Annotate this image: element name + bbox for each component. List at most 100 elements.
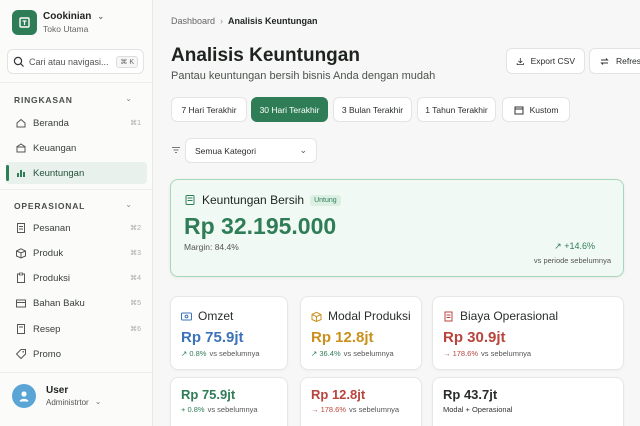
chevron-down-icon: ⌄ — [94, 396, 102, 406]
metric-value: Rp 75.9jt — [181, 329, 244, 346]
clipboard-icon — [17, 272, 25, 283]
net-profit-card: Keuntungan Bersih Untung Rp 32.195.000 M… — [170, 179, 624, 277]
net-profit-trend-label: vs periode sebelumnya — [533, 256, 611, 265]
sidebar-item-promo[interactable]: Promo — [6, 343, 147, 365]
download-icon — [516, 57, 524, 65]
sidebar-item-resep[interactable]: Resep ⌘6 — [6, 318, 147, 340]
period-label: 3 Bulan Terakhir — [341, 104, 404, 115]
metric-delta-label: vs sebelumnya — [209, 349, 260, 358]
chevron-down-icon[interactable]: ⌄ — [125, 200, 132, 209]
filter-icon — [172, 147, 180, 153]
net-profit-value: Rp 32.195.000 — [184, 213, 337, 239]
tag-icon — [15, 349, 26, 360]
metric-delta: + 0.8% — [181, 405, 205, 414]
chart-bar-icon — [17, 170, 25, 177]
period-30-days[interactable]: 30 Hari Terakhir — [251, 97, 328, 122]
section-title-ringkasan: RINGKASAN — [14, 95, 73, 105]
metric-delta: ↗ 36.4% — [311, 349, 341, 358]
home-icon — [16, 118, 26, 128]
breadcrumb-link[interactable]: Dashboard — [171, 16, 215, 26]
divider — [0, 82, 153, 83]
receipt-icon — [444, 311, 453, 321]
sidebar-item-keuangan[interactable]: Keuangan — [6, 137, 147, 159]
metric-card-modal-produksi: Modal Produksi Rp 12.8jt ↗ 36.4% vs sebel… — [300, 296, 422, 370]
wallet-icon — [16, 143, 26, 153]
sidebar-item-keuntungan[interactable]: Keuntungan — [6, 162, 147, 184]
main-content: Dashboard › Analisis Keuntungan Analisis… — [154, 0, 640, 426]
refresh-button[interactable]: Refresh — [589, 48, 640, 74]
sidebar-item-pesanan[interactable]: Pesanan ⌘2 — [6, 217, 147, 239]
sidebar-item-bahan-baku[interactable]: Bahan Baku ⌘5 — [6, 292, 147, 314]
net-profit-title: Keuntungan Bersih — [202, 193, 305, 207]
metric-delta: → 178.6% — [443, 349, 479, 358]
metric-card-secondary: Rp 12.8jt → 178.6% vs sebelumnya — [300, 377, 422, 426]
chevron-down-icon[interactable]: ⌄ — [125, 94, 132, 103]
period-1-year[interactable]: 1 Tahun Terakhir — [417, 97, 496, 122]
metric-title: Biaya Operasional — [460, 309, 559, 323]
shortcut-hint: ⌘3 — [130, 250, 141, 257]
metric-value: Rp 12.8jt — [311, 387, 366, 402]
brand-name: Cookinian — [43, 11, 92, 22]
shortcut-hint: ⌘5 — [130, 300, 141, 307]
metric-note: Modal + Operasional — [443, 405, 513, 414]
shortcut-hint: ⌘6 — [130, 326, 141, 333]
metric-delta: → 178.6% — [311, 405, 347, 414]
user-icon — [19, 391, 29, 402]
metric-delta-label: vs sebelumnya — [481, 349, 532, 358]
export-csv-button[interactable]: Export CSV — [506, 48, 585, 74]
breadcrumb-current: Analisis Keuntungan — [228, 16, 318, 26]
sidebar-item-produk[interactable]: Produk ⌘3 — [6, 242, 147, 264]
sidebar-item-label: Bahan Baku — [33, 297, 85, 309]
receipt-icon — [17, 223, 25, 233]
brand-subtitle: Toko Utama — [43, 24, 89, 34]
calendar-icon — [514, 106, 524, 114]
search-placeholder: Cari atau navigasi... — [29, 56, 109, 67]
search-shortcut: ⌘ K — [116, 55, 138, 68]
user-menu[interactable]: User Administrtor ⌄ — [12, 384, 101, 408]
money-icon — [181, 312, 192, 320]
period-label: Kustom — [529, 104, 559, 115]
refresh-icon — [600, 57, 609, 65]
metric-title: Modal Produksi — [328, 309, 411, 323]
category-value: Semua Kategori — [195, 145, 256, 156]
metric-delta: ↗ 0.8% — [181, 349, 207, 358]
chevron-down-icon: ⌄ — [97, 12, 105, 21]
metric-value: Rp 75.9jt — [181, 387, 236, 402]
sidebar-item-label: Promo — [33, 348, 61, 360]
user-role: Administrtor — [46, 398, 89, 407]
period-3-months[interactable]: 3 Bulan Terakhir — [333, 97, 412, 122]
net-profit-trend: ↗ +14.6% — [554, 241, 595, 251]
category-select[interactable]: Semua Kategori ⌄ — [185, 138, 317, 163]
sidebar-item-label: Resep — [33, 323, 61, 335]
brand-switcher[interactable]: Cookinian ⌄ Toko Utama — [12, 10, 104, 35]
breadcrumb: Dashboard › Analisis Keuntungan — [171, 16, 318, 26]
search-icon — [13, 56, 24, 67]
period-label: 1 Tahun Terakhir — [425, 104, 488, 115]
package-icon — [16, 299, 26, 308]
period-label: 7 Hari Terakhir — [181, 104, 237, 115]
shortcut-hint: ⌘1 — [130, 120, 141, 127]
period-custom[interactable]: Kustom — [502, 97, 570, 122]
chevron-right-icon: › — [220, 16, 224, 26]
sidebar-item-produksi[interactable]: Produksi ⌘4 — [6, 267, 147, 289]
divider — [0, 189, 153, 190]
sidebar-item-label: Pesanan — [33, 222, 71, 234]
period-7-days[interactable]: 7 Hari Terakhir — [171, 97, 247, 122]
metric-delta-label: vs sebelumnya — [349, 405, 400, 414]
box-icon — [16, 248, 26, 259]
sidebar-item-beranda[interactable]: Beranda ⌘1 — [6, 112, 147, 134]
sidebar-item-label: Beranda — [33, 117, 69, 129]
shortcut-hint: ⌘4 — [130, 275, 141, 282]
net-profit-margin: Margin: 84.4% — [184, 242, 239, 252]
sidebar-item-label: Keuntungan — [33, 167, 85, 179]
metric-title: Omzet — [198, 309, 234, 323]
period-label: 30 Hari Terakhir — [259, 104, 320, 115]
sidebar-item-label: Produk — [33, 247, 64, 259]
avatar — [12, 384, 36, 408]
book-icon — [17, 324, 25, 334]
metric-value: Rp 30.9jt — [443, 329, 506, 346]
user-name: User — [46, 385, 69, 396]
search-input[interactable]: Cari atau navigasi... ⌘ K — [7, 49, 144, 74]
section-title-operasional: OPERASIONAL — [14, 201, 86, 211]
metric-card-omzet: Omzet Rp 75.9jt ↗ 0.8% vs sebelumnya — [170, 296, 288, 370]
